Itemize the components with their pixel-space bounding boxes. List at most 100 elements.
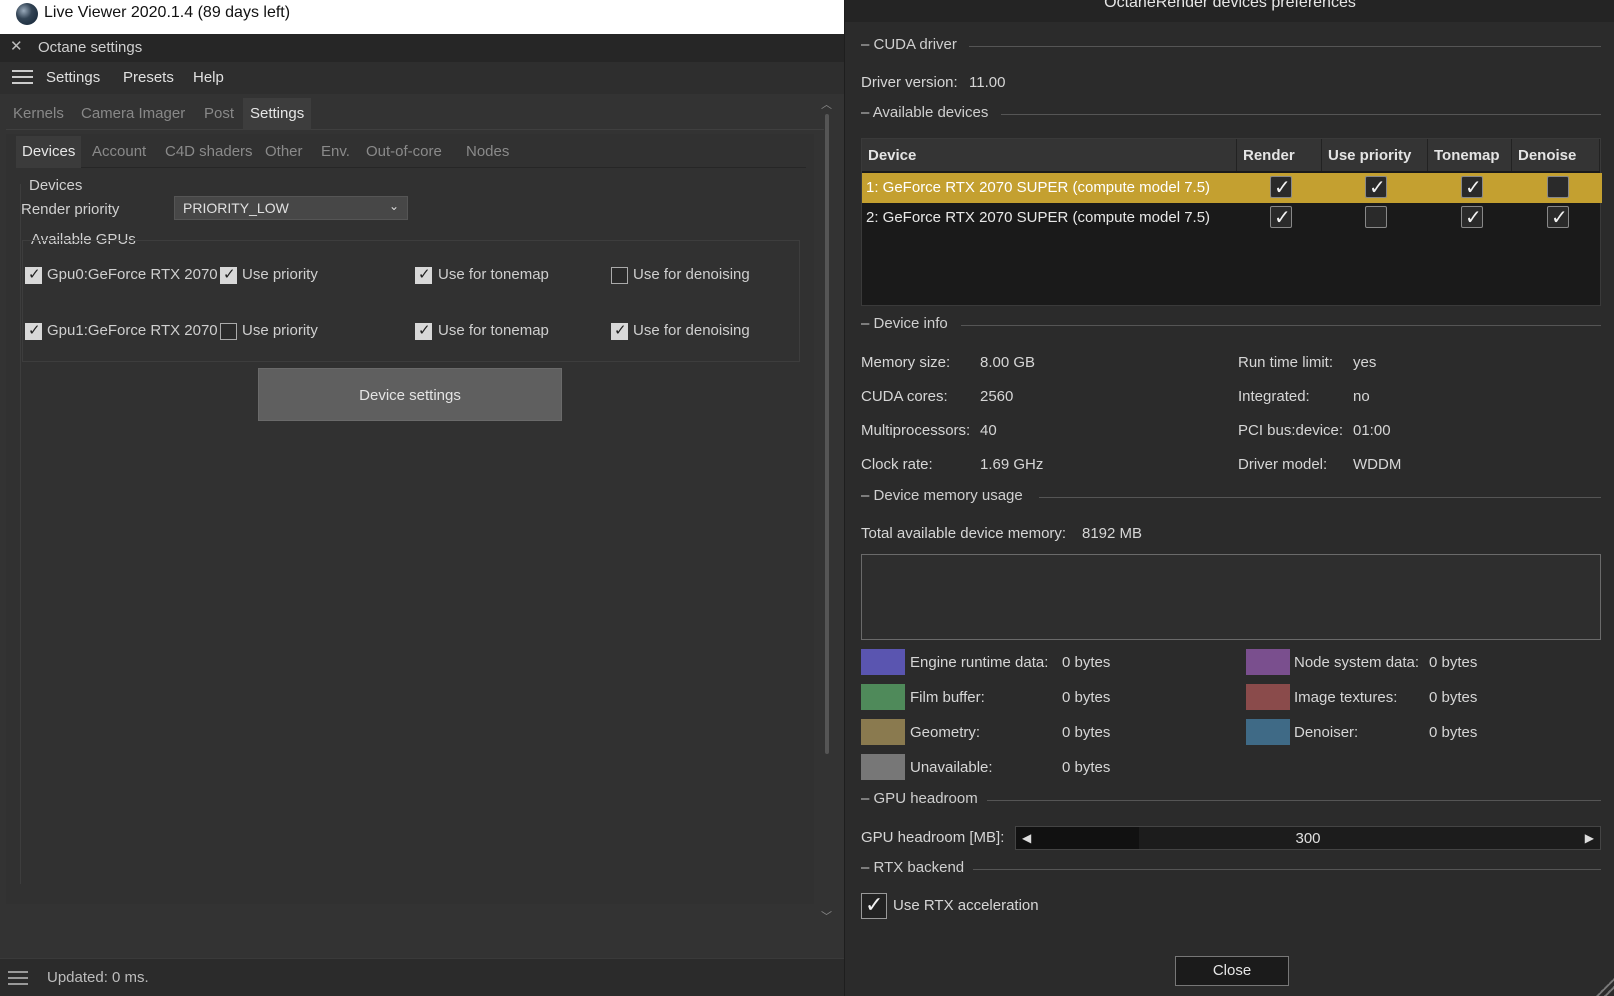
window-title: Live Viewer 2020.1.4 (89 days left) [44, 4, 291, 21]
hamburger-menu-icon[interactable] [12, 70, 33, 86]
geometry-swatch [861, 719, 905, 745]
close-button[interactable]: Close [1175, 956, 1289, 986]
gpu1-tonemap-checkbox[interactable] [415, 321, 432, 340]
panel-title: Octane settings [38, 39, 143, 56]
device1-tonemap-checkbox[interactable] [1461, 175, 1483, 200]
scroll-up-icon[interactable]: ︿ [821, 96, 832, 112]
gpu1-use-priority-checkbox[interactable] [220, 323, 237, 340]
gpu0-tonemap-label: Use for tonemap [438, 266, 549, 283]
device2-priority-checkbox[interactable] [1365, 206, 1387, 228]
status-text: Updated: 0 ms. [47, 969, 149, 986]
gpu-headroom-label: GPU headroom [MB]: [861, 829, 1005, 846]
rtx-acceleration-checkbox[interactable] [861, 892, 887, 919]
unavailable-value: 0 bytes [1062, 759, 1111, 776]
device2-tonemap-checkbox[interactable] [1461, 205, 1483, 230]
gpu0-denoising-checkbox[interactable] [611, 267, 628, 284]
menu-bar: Settings Presets Help [0, 62, 844, 94]
col-tonemap: Tonemap [1428, 139, 1512, 171]
node-system-value: 0 bytes [1429, 654, 1478, 671]
menu-help[interactable]: Help [193, 69, 224, 86]
node-system-label: Node system data: [1294, 654, 1420, 671]
pci-bus-label: PCI bus:device: [1238, 422, 1344, 439]
settings-subtabs: Devices Account C4D shaders Other Env. O… [16, 136, 806, 168]
engine-runtime-label: Engine runtime data: [910, 654, 1049, 671]
scrollbar-thumb[interactable] [825, 114, 829, 754]
increment-arrow-icon[interactable]: ▶ [1585, 831, 1594, 845]
clock-rate-label: Clock rate: [861, 456, 933, 473]
subtab-devices[interactable]: Devices [16, 136, 82, 168]
device2-render-checkbox[interactable] [1270, 205, 1292, 230]
gpu1-name: Gpu1:GeForce RTX 2070 : [47, 322, 226, 339]
geometry-label: Geometry: [910, 724, 981, 741]
gpu0-enabled-checkbox[interactable] [25, 265, 42, 284]
col-render: Render [1237, 139, 1322, 171]
main-tabs: Kernels Camera Imager Post Settings [6, 98, 824, 130]
device-name: 1: GeForce RTX 2070 SUPER (compute model… [866, 179, 1211, 196]
table-row[interactable]: 2: GeForce RTX 2070 SUPER (compute model… [862, 203, 1602, 233]
gpu0-name: Gpu0:GeForce RTX 2070 [47, 266, 218, 283]
divider [1001, 114, 1601, 115]
cinema4d-logo-icon [16, 3, 38, 25]
section-rtx-backend-label: RTX backend [873, 859, 965, 876]
divider [961, 325, 1601, 326]
memory-size-value: 8.00 GB [980, 354, 1036, 371]
menu-settings[interactable]: Settings [46, 69, 100, 86]
status-menu-icon[interactable] [8, 971, 28, 989]
subtab-c4d-shaders[interactable]: C4D shaders [159, 136, 259, 168]
subtab-out-of-core[interactable]: Out-of-core [360, 136, 448, 168]
gpu1-enabled-checkbox[interactable] [25, 321, 42, 340]
section-gpu-headroom-label: GPU headroom [873, 790, 978, 807]
driver-model-value: WDDM [1353, 456, 1402, 473]
multiprocessors-label: Multiprocessors: [861, 422, 971, 439]
table-row[interactable]: 1: GeForce RTX 2070 SUPER (compute model… [862, 173, 1602, 203]
gpu0-denoising-label: Use for denoising [633, 266, 750, 283]
device1-render-checkbox[interactable] [1270, 175, 1292, 200]
section-rtx-backend: – RTX backend [861, 859, 1601, 879]
tab-camera-imager[interactable]: Camera Imager [74, 98, 192, 130]
render-priority-select[interactable]: PRIORITY_LOW ⌄ [174, 196, 408, 220]
tab-kernels[interactable]: Kernels [6, 98, 71, 130]
gpu-headroom-slider[interactable]: ◀ 300 ▶ [1015, 826, 1601, 850]
subtab-env[interactable]: Env. [315, 136, 356, 168]
device1-priority-checkbox[interactable] [1365, 175, 1387, 200]
divider [987, 800, 1601, 801]
integrated-value: no [1353, 388, 1370, 405]
denoiser-label: Denoiser: [1294, 724, 1359, 741]
driver-version-value: 11.00 [969, 74, 1006, 91]
tab-settings[interactable]: Settings [243, 98, 312, 130]
engine-runtime-swatch [861, 649, 905, 675]
octane-settings-window: Live Viewer 2020.1.4 (89 days left) ✕ Oc… [0, 0, 844, 996]
geometry-value: 0 bytes [1062, 724, 1111, 741]
dialog-title: OctaneRender devices preferences [1104, 0, 1356, 11]
memory-size-label: Memory size: [861, 354, 951, 371]
menu-presets[interactable]: Presets [123, 69, 174, 86]
gpu0-use-priority-checkbox[interactable] [220, 265, 237, 284]
subtab-other[interactable]: Other [259, 136, 309, 168]
gpu1-denoising-checkbox[interactable] [611, 321, 628, 340]
col-use-priority: Use priority [1322, 139, 1428, 171]
device2-denoise-checkbox[interactable] [1547, 205, 1569, 230]
section-device-info-label: Device info [873, 315, 948, 332]
gpu0-tonemap-checkbox[interactable] [415, 265, 432, 284]
devices-preferences-dialog: OctaneRender devices preferences – CUDA … [844, 0, 1614, 996]
gpu1-use-priority-label: Use priority [242, 322, 318, 339]
tab-post[interactable]: Post [197, 98, 241, 130]
window-titlebar: Live Viewer 2020.1.4 (89 days left) [0, 0, 844, 34]
subtab-account[interactable]: Account [86, 136, 152, 168]
device1-denoise-checkbox[interactable] [1547, 176, 1569, 198]
subtab-nodes[interactable]: Nodes [460, 136, 515, 168]
close-icon[interactable]: ✕ [10, 37, 23, 55]
total-memory-value: 8192 MB [1082, 525, 1143, 542]
image-textures-label: Image textures: [1294, 689, 1398, 706]
section-device-memory-label: Device memory usage [873, 487, 1023, 504]
divider [969, 46, 1601, 47]
vertical-scrollbar[interactable]: ︿ ﹀ [821, 99, 832, 923]
panel-header: ✕ Octane settings [0, 34, 844, 62]
resize-grip-icon[interactable] [1594, 976, 1614, 996]
cuda-cores-label: CUDA cores: [861, 388, 948, 405]
device-settings-button[interactable]: Device settings [258, 368, 562, 421]
integrated-label: Integrated: [1238, 388, 1310, 405]
section-available-devices-label: Available devices [872, 104, 989, 121]
scroll-down-icon[interactable]: ﹀ [821, 908, 832, 924]
driver-version-label: Driver version: [861, 74, 958, 91]
